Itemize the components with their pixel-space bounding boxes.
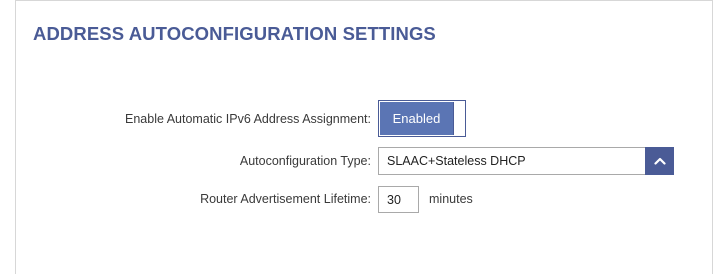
section-title: ADDRESS AUTOCONFIGURATION SETTINGS <box>33 23 436 44</box>
ra-lifetime-label: Router Advertisement Lifetime: <box>200 192 371 206</box>
ra-lifetime-unit: minutes <box>429 192 473 206</box>
settings-panel: ADDRESS AUTOCONFIGURATION SETTINGS Enabl… <box>15 0 713 274</box>
chevron-up-icon <box>653 157 666 165</box>
auto-assign-label: Enable Automatic IPv6 Address Assignment… <box>125 112 371 126</box>
toggle-state-label: Enabled <box>380 102 453 135</box>
autoconfig-type-select[interactable]: SLAAC+Stateless DHCP <box>378 147 674 175</box>
autoconfig-type-label: Autoconfiguration Type: <box>239 154 371 168</box>
ra-lifetime-input[interactable] <box>378 186 419 213</box>
dropdown-button[interactable] <box>645 147 674 175</box>
autoconfig-type-value: SLAAC+Stateless DHCP <box>387 154 526 168</box>
auto-assign-toggle[interactable]: Enabled <box>378 100 466 137</box>
toggle-knob[interactable] <box>453 102 464 135</box>
